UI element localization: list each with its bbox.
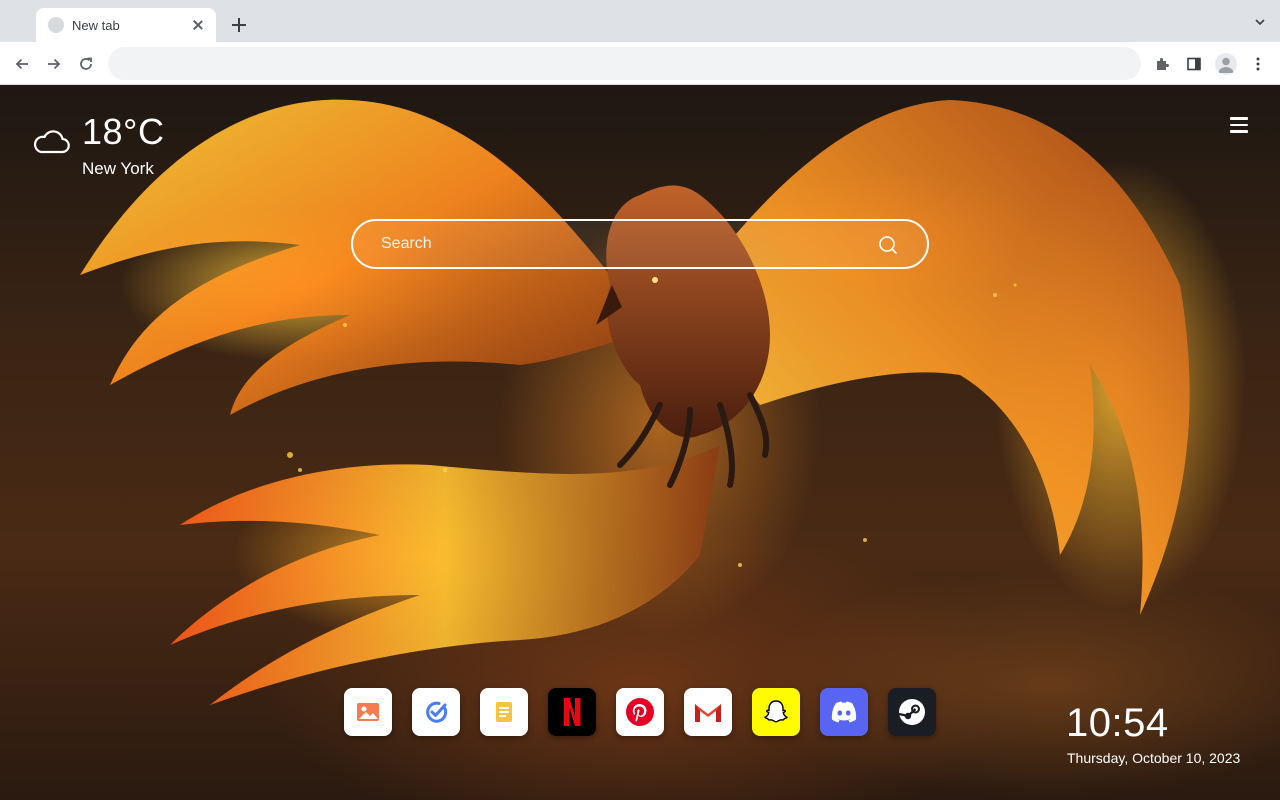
pinterest-icon <box>626 698 654 726</box>
temperature: 18°C <box>82 111 165 152</box>
arrow-right-icon <box>48 58 61 70</box>
check-circle-icon <box>426 701 448 723</box>
forward-button[interactable] <box>42 52 66 76</box>
puzzle-icon <box>1157 58 1169 70</box>
netflix-icon <box>564 698 581 726</box>
clock-date: Thursday, October 10, 2023 <box>1067 750 1241 766</box>
search-input[interactable] <box>381 231 851 257</box>
extensions-button[interactable] <box>1150 52 1174 76</box>
app-notes[interactable] <box>480 688 528 736</box>
notes-icon <box>496 702 512 722</box>
new-tab-page: 18°C New York Search 10:54 Thursday, Oct… <box>0 85 1280 800</box>
tab-title: New tab <box>72 17 120 33</box>
app-gmail[interactable] <box>684 688 732 736</box>
tab-favicon-icon <box>48 17 64 33</box>
app-photos[interactable] <box>344 688 392 736</box>
app-shortcuts-dock <box>344 688 936 736</box>
app-snapchat[interactable] <box>752 688 800 736</box>
arrow-left-icon <box>15 58 28 70</box>
steam-icon <box>898 699 925 725</box>
avatar-icon <box>1215 53 1237 75</box>
discord-icon <box>831 701 857 723</box>
search-box <box>351 219 929 269</box>
address-bar[interactable] <box>108 47 1141 80</box>
clock-time: 10:54 <box>1066 701 1169 745</box>
toolbar <box>0 42 1280 85</box>
weather-city: New York <box>82 159 154 178</box>
gmail-icon <box>695 704 721 722</box>
app-discord[interactable] <box>820 688 868 736</box>
tab-search-chevron-icon[interactable] <box>1254 16 1266 28</box>
cloud-icon <box>33 130 70 154</box>
new-tab-plus-icon[interactable] <box>229 15 249 35</box>
image-icon <box>357 703 379 721</box>
snapchat-icon <box>764 700 788 723</box>
kebab-menu-icon <box>1256 57 1260 71</box>
app-netflix[interactable] <box>548 688 596 736</box>
app-pinterest[interactable] <box>616 688 664 736</box>
profile-button[interactable] <box>1214 52 1238 76</box>
tab-new-tab[interactable]: New tab <box>36 8 216 42</box>
app-tasks[interactable] <box>412 688 460 736</box>
side-panel-icon <box>1187 57 1201 71</box>
search-icon[interactable] <box>878 235 898 255</box>
app-steam[interactable] <box>888 688 936 736</box>
tab-close-icon[interactable] <box>190 17 206 33</box>
browser-menu-button[interactable] <box>1246 52 1270 76</box>
reload-icon <box>80 57 92 70</box>
side-panel-button[interactable] <box>1182 52 1206 76</box>
tab-strip: New tab <box>0 0 1280 42</box>
reload-button[interactable] <box>74 52 98 76</box>
back-button[interactable] <box>10 52 34 76</box>
hamburger-menu-icon[interactable] <box>1229 116 1249 134</box>
